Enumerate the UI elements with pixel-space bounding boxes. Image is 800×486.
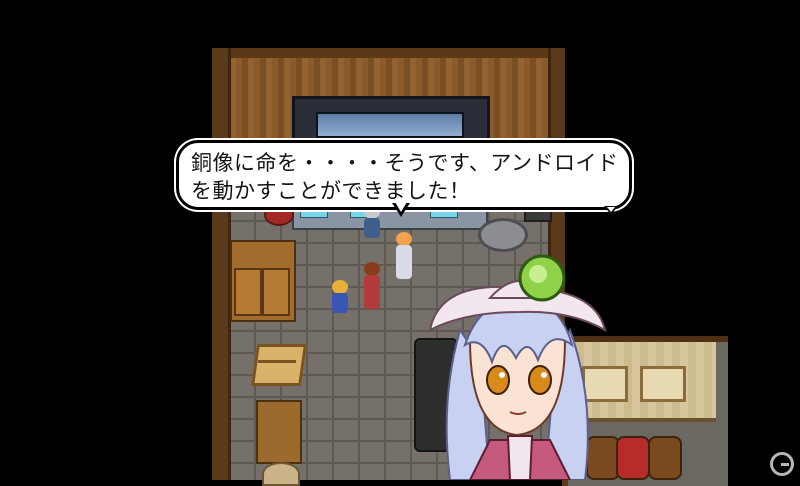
sprite-body [364, 275, 380, 309]
game-scene [0, 0, 800, 486]
android-girl-sprite[interactable] [394, 232, 414, 282]
wall-map [640, 366, 686, 402]
crate-strap [258, 360, 296, 363]
g-logo-icon [770, 452, 794, 476]
dialogue-line-2: を動かすことができました！ [191, 179, 471, 203]
sprite-body [332, 293, 348, 313]
shelf-door [262, 268, 290, 316]
dialogue-box[interactable]: 銅像に命を・・・・そうです、アンドロイド を動かすことができました！ [176, 140, 632, 210]
hero-sprite[interactable] [362, 262, 382, 314]
sprite-body [364, 218, 380, 238]
scientist-sprite[interactable] [362, 205, 382, 239]
dialogue-line-1: 銅像に命を・・・・そうです、アンドロイド [191, 151, 619, 175]
blonde-companion-sprite[interactable] [330, 280, 350, 314]
wooden-cabinet [256, 400, 302, 464]
shelf-door [234, 268, 262, 316]
sprite-head [332, 280, 348, 294]
wooden-crate [251, 344, 307, 386]
globe [262, 462, 300, 486]
wall-beam [218, 48, 558, 58]
sprite-head [364, 262, 380, 276]
sprite-body [396, 245, 412, 279]
barrel [648, 436, 682, 480]
dialogue-text: 銅像に命を・・・・そうです、アンドロイド を動かすことができました！ [191, 149, 619, 205]
android-girl-portrait [428, 254, 607, 480]
red-barrel [616, 436, 650, 480]
sprite-head [396, 232, 412, 246]
speech-tail-fill [395, 202, 407, 212]
left-wall [212, 48, 231, 480]
monitor-screen [316, 112, 464, 138]
triangle-down-icon-fill [607, 207, 615, 212]
